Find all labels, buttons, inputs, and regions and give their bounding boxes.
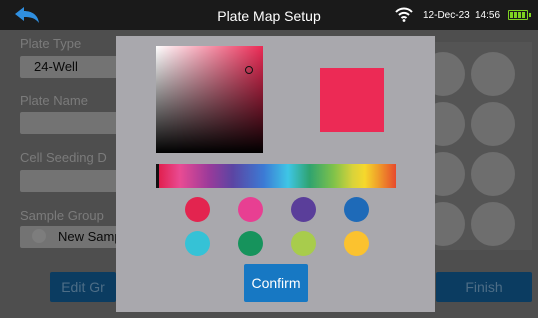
sample-group-name: New Samp bbox=[58, 229, 122, 244]
finish-button[interactable]: Finish bbox=[436, 272, 532, 302]
status-bar: Plate Map Setup 12-Dec-23 14:56 bbox=[0, 0, 538, 30]
wifi-icon bbox=[395, 7, 413, 22]
plate-name-label: Plate Name bbox=[20, 93, 88, 108]
plate-type-label: Plate Type bbox=[20, 36, 82, 51]
color-picker-dialog: Confirm bbox=[116, 36, 435, 312]
color-swatch-lime[interactable] bbox=[291, 231, 316, 256]
confirm-button[interactable]: Confirm bbox=[244, 264, 308, 302]
saturation-value-picker[interactable] bbox=[156, 46, 263, 153]
color-swatch-yellow[interactable] bbox=[344, 231, 369, 256]
hue-slider[interactable] bbox=[156, 164, 396, 188]
edit-group-button[interactable]: Edit Gr bbox=[50, 272, 116, 302]
well-plate-grid bbox=[421, 42, 532, 250]
color-swatch-pink[interactable] bbox=[238, 197, 263, 222]
well[interactable] bbox=[471, 202, 515, 246]
color-swatch-cyan[interactable] bbox=[185, 231, 210, 256]
picker-cursor[interactable] bbox=[245, 66, 253, 74]
cell-seeding-label: Cell Seeding D bbox=[20, 150, 107, 165]
well[interactable] bbox=[471, 52, 515, 96]
status-time: 14:56 bbox=[475, 10, 501, 21]
color-swatch-purple[interactable] bbox=[291, 197, 316, 222]
color-swatch-green[interactable] bbox=[238, 231, 263, 256]
selected-color-preview bbox=[320, 68, 384, 132]
sample-group-label: Sample Group bbox=[20, 208, 104, 223]
color-swatch-red[interactable] bbox=[185, 197, 210, 222]
battery-icon bbox=[508, 10, 531, 20]
well[interactable] bbox=[471, 102, 515, 146]
status-date: 12-Dec-23 bbox=[423, 10, 470, 21]
well[interactable] bbox=[471, 152, 515, 196]
color-swatch-blue[interactable] bbox=[344, 197, 369, 222]
hue-slider-handle[interactable] bbox=[156, 164, 159, 188]
sample-color-dot bbox=[32, 229, 46, 243]
